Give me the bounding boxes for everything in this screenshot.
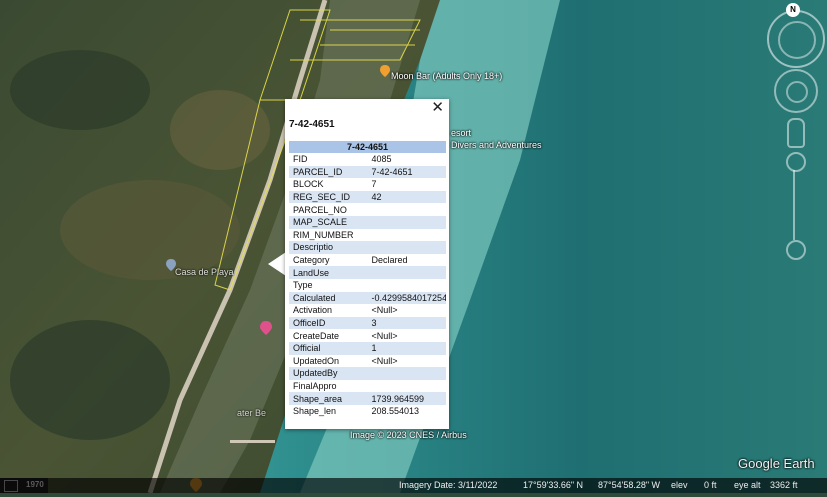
attribute-value: 1 (367, 341, 446, 355)
attribute-value (368, 279, 447, 292)
elevation-label: elev (671, 480, 688, 490)
table-row: BLOCK 7 (289, 178, 446, 191)
attribute-key: UpdatedOn (293, 355, 340, 366)
table-row: Calculated-0.429958401725465 (289, 291, 446, 305)
table-row: MAP_SCALE (289, 215, 446, 229)
attribute-value: 3 (367, 316, 446, 330)
zoom-slider-track[interactable] (793, 170, 795, 240)
attribute-value: <Null> (371, 355, 398, 366)
attribute-value (368, 203, 447, 216)
table-row: Category Declared (289, 254, 446, 267)
attribute-value: 4085 (371, 154, 392, 165)
table-row: Shape_area 1739.964599 (289, 392, 446, 405)
bar-pin-icon[interactable] (380, 64, 390, 82)
attribute-value: 1739.964599 (367, 392, 446, 405)
place-label-divers[interactable]: Divers and Adventures (451, 140, 542, 150)
popup-title: 7-42-4651 (289, 119, 335, 130)
attribute-key: BLOCK (293, 179, 324, 190)
attribute-value (367, 241, 446, 254)
attribute-value (368, 229, 447, 242)
attribute-value (367, 367, 446, 380)
table-row: PARCEL_NO (289, 203, 446, 216)
parcel-info-popup: ✕ 7-42-4651 7-42-4651 FID 4085 PARCEL_ID 7-… (285, 99, 449, 429)
place-label-resort[interactable]: esort (451, 128, 471, 138)
imagery-credit: Image © 2023 CNES / Airbus (350, 430, 467, 440)
attribute-value: 7-42-4651 (367, 165, 446, 179)
attribute-value: 208.554013 (371, 406, 420, 417)
table-row: Type (289, 279, 446, 292)
table-row: RIM_NUMBER (289, 229, 446, 242)
table-row: Activation <Null> (289, 304, 446, 317)
attribute-key: REG_SEC_ID (289, 190, 368, 204)
table-row: Shape_len 208.554013 (289, 405, 446, 418)
look-joystick[interactable] (778, 21, 816, 59)
attribute-value: Declared (371, 255, 408, 266)
street-view-pegman-icon[interactable] (787, 118, 805, 148)
attribute-key: UpdatedBy (289, 367, 368, 380)
place-label-water[interactable]: ater Be (237, 408, 266, 418)
place-label-moon-bar[interactable]: Moon Bar (Adults Only 18+) (391, 71, 502, 81)
latitude-readout: 17°59'33.66" N (523, 480, 584, 490)
attribute-key: FID (293, 154, 308, 165)
attribute-key: Shape_len (293, 406, 337, 417)
place-label-casa-de-playa[interactable]: Casa de Playa (175, 267, 234, 277)
table-row: FinalAppro (289, 380, 446, 393)
shop-pin-icon[interactable] (260, 321, 272, 340)
attribute-value (367, 215, 446, 229)
attribute-value: <Null> (371, 330, 398, 341)
table-row: Official 1 (289, 341, 446, 355)
attribute-key: Activation (293, 305, 333, 316)
attribute-key: Descriptio (289, 241, 368, 254)
pier (230, 440, 275, 443)
zoom-out-button[interactable] (786, 240, 806, 260)
attribute-value (367, 266, 446, 279)
table-row: UpdatedOn <Null> (289, 355, 446, 368)
attribute-key: LandUse (289, 266, 368, 279)
mangrove-patch (10, 50, 150, 130)
attribute-value: 7 (371, 179, 377, 190)
mangrove-patch (170, 90, 270, 170)
attribute-key: CreateDate (293, 330, 340, 341)
zoom-in-button[interactable] (786, 152, 806, 172)
longitude-readout: 87°54'58.28" W (598, 480, 661, 490)
table-row: REG_SEC_ID 42 (289, 190, 446, 204)
table-row: OfficeID 3 (289, 316, 446, 330)
eye-altitude-value: 3362 ft (770, 480, 798, 490)
attribute-key: PARCEL_ID (289, 165, 368, 179)
attribute-key: OfficeID (289, 316, 368, 330)
table-row: CreateDate <Null> (289, 329, 446, 342)
attribute-key: Category (293, 255, 330, 266)
attribute-key: FinalAppro (293, 380, 337, 391)
attribute-key: Type (293, 280, 313, 291)
mangrove-patch (60, 180, 240, 280)
table-row: UpdatedBy (289, 367, 446, 380)
north-button[interactable]: N (786, 3, 800, 17)
google-earth-logo: Google Earth (738, 456, 815, 471)
attribute-value (368, 380, 447, 393)
attribute-key: Calculated (289, 291, 368, 305)
table-row: LandUse (289, 266, 446, 279)
attribute-key: MAP_SCALE (289, 215, 368, 229)
mangrove-patch (10, 320, 170, 440)
attribute-key: Official (289, 341, 368, 355)
move-joystick-center[interactable] (786, 81, 808, 103)
attribute-value: -0.429958401725465 (367, 291, 446, 305)
eye-altitude-label: eye alt (734, 480, 761, 490)
attribute-key: RIM_NUMBER (293, 229, 354, 240)
attribute-key: PARCEL_NO (293, 204, 347, 215)
table-row: Descriptio (289, 241, 446, 254)
popup-pointer (268, 252, 286, 276)
attribute-value: <Null> (371, 305, 398, 316)
table-row: PARCEL_ID 7-42-4651 (289, 165, 446, 179)
attribute-value: 42 (367, 190, 446, 204)
attribute-table: 7-42-4651 FID 4085 PARCEL_ID 7-42-4651 BLOCK… (289, 141, 446, 417)
close-icon[interactable]: ✕ (431, 100, 444, 116)
attribute-key: Shape_area (289, 392, 368, 405)
compass-letter: N (790, 5, 796, 14)
elevation-value: 0 ft (704, 480, 717, 490)
table-row: FID 4085 (289, 153, 446, 166)
attribute-table-header: 7-42-4651 (289, 141, 446, 153)
imagery-date: Imagery Date: 3/11/2022 (399, 480, 498, 490)
